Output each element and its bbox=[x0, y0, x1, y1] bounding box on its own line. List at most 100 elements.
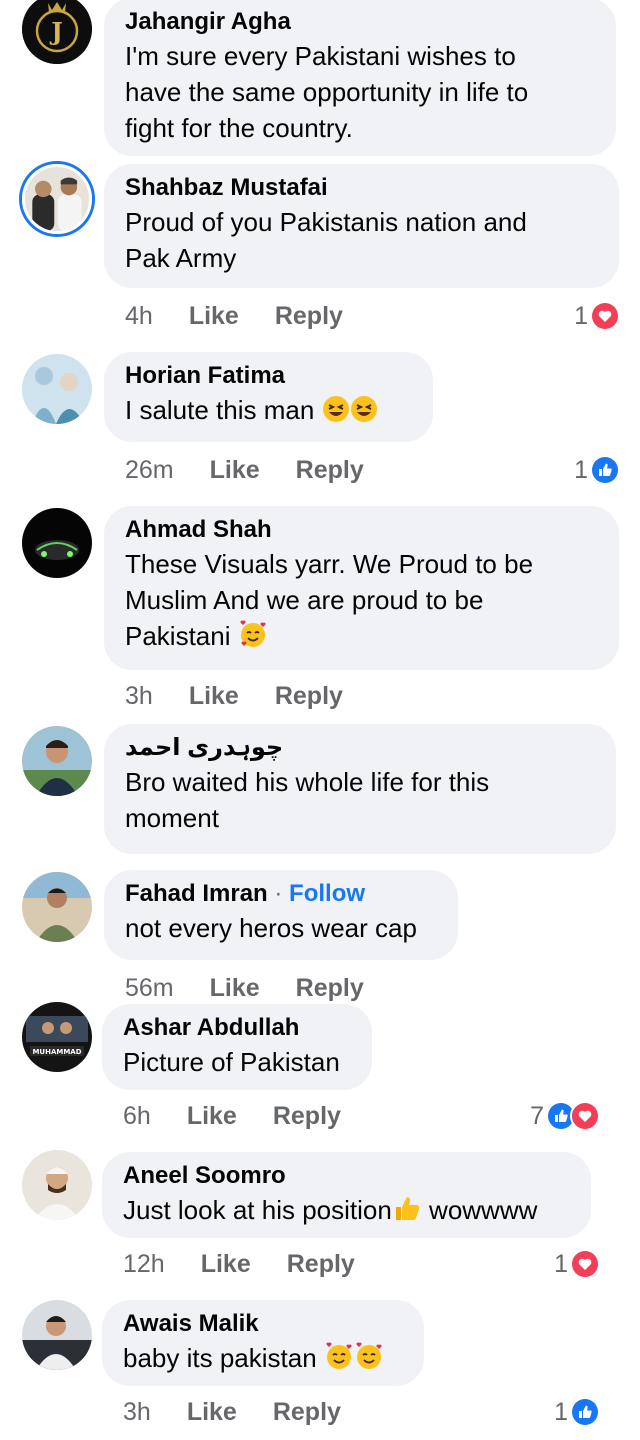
love-reaction-icon bbox=[590, 301, 620, 331]
comment-time: 6h bbox=[123, 1102, 151, 1130]
laughing-emoji-icon bbox=[350, 395, 378, 432]
reply-button[interactable]: Reply bbox=[287, 1246, 355, 1282]
commenter-name[interactable]: چوہدری احمد bbox=[125, 732, 594, 764]
like-button[interactable]: Like bbox=[189, 678, 239, 714]
comment-text-line: Muslim And we are proud to be bbox=[125, 585, 484, 615]
commenter-name[interactable]: Fahad Imran bbox=[125, 880, 268, 907]
comment-text-line: Just look at his position wowwww bbox=[123, 1192, 569, 1232]
smiling-hearts-emoji-icon bbox=[354, 1341, 384, 1380]
comment-text-line: fight for the country. bbox=[125, 113, 353, 143]
comment-time: 3h bbox=[125, 682, 153, 710]
comment-actions: 3h Like Reply bbox=[125, 678, 343, 714]
comment-time: 4h bbox=[125, 302, 153, 330]
love-reaction-icon bbox=[570, 1249, 600, 1279]
comment-bubble[interactable]: Horian Fatima I salute this man bbox=[104, 352, 433, 442]
commenter-name[interactable]: Shahbaz Mustafai bbox=[125, 172, 597, 204]
love-reaction-icon bbox=[570, 1101, 600, 1131]
comment-text-line: not every heros wear cap bbox=[125, 913, 417, 943]
like-button[interactable]: Like bbox=[187, 1098, 237, 1134]
reaction-summary[interactable]: 1 bbox=[574, 452, 620, 488]
comment-text-line: Pak Army bbox=[125, 243, 237, 273]
reaction-count: 7 bbox=[530, 1102, 544, 1130]
svg-text:J: J bbox=[49, 17, 62, 46]
like-button[interactable]: Like bbox=[189, 298, 239, 334]
comment-text-line: I salute this man bbox=[125, 392, 411, 432]
reaction-summary[interactable]: 1 bbox=[554, 1246, 600, 1282]
smiling-hearts-emoji-icon bbox=[324, 1341, 354, 1380]
like-button[interactable]: Like bbox=[187, 1394, 237, 1430]
comment-text: Just look at his position bbox=[123, 1195, 392, 1225]
comment-text: I salute this man bbox=[125, 395, 315, 425]
comment-text-line: I'm sure every Pakistani wishes to bbox=[125, 41, 516, 71]
comment-text-line: These Visuals yarr. We Proud to be bbox=[125, 549, 534, 579]
reaction-count: 1 bbox=[574, 456, 588, 484]
reply-button[interactable]: Reply bbox=[273, 1394, 341, 1430]
comment-actions: 4h Like Reply bbox=[125, 298, 343, 334]
avatar[interactable] bbox=[22, 164, 92, 234]
commenter-name[interactable]: Ashar Abdullah bbox=[123, 1012, 350, 1044]
like-reaction-icon bbox=[590, 455, 620, 485]
like-button[interactable]: Like bbox=[201, 1246, 251, 1282]
comment-time: 26m bbox=[125, 456, 174, 484]
commenter-name[interactable]: Aneel Soomro bbox=[123, 1160, 569, 1192]
comment-actions: 26m Like Reply bbox=[125, 452, 364, 488]
like-button[interactable]: Like bbox=[210, 452, 260, 488]
reaction-count: 1 bbox=[554, 1250, 568, 1278]
like-reaction-icon bbox=[570, 1397, 600, 1427]
reply-button[interactable]: Reply bbox=[296, 970, 364, 1006]
comment-text-line: Bro waited his whole life for this bbox=[125, 767, 490, 797]
avatar[interactable]: J bbox=[22, 0, 92, 64]
avatar[interactable] bbox=[22, 726, 92, 796]
comment-actions: 6h Like Reply bbox=[123, 1098, 341, 1134]
reply-button[interactable]: Reply bbox=[296, 452, 364, 488]
avatar-caption: MUHAMMAD bbox=[32, 1048, 81, 1056]
comment-text-line: Proud of you Pakistanis nation and bbox=[125, 207, 527, 237]
comment-actions: 12h Like Reply bbox=[123, 1246, 355, 1282]
like-button[interactable]: Like bbox=[210, 970, 260, 1006]
reaction-summary[interactable]: 1 bbox=[574, 298, 620, 334]
comment-bubble[interactable]: Ahmad Shah These Visuals yarr. We Proud … bbox=[104, 506, 619, 670]
reaction-summary[interactable]: 1 bbox=[554, 1394, 600, 1430]
avatar[interactable] bbox=[22, 872, 92, 942]
comment-bubble[interactable]: Shahbaz Mustafai Proud of you Pakistanis… bbox=[104, 164, 619, 288]
comment-bubble[interactable]: Aneel Soomro Just look at his position w… bbox=[102, 1152, 591, 1238]
comment-text-line: Pakistani bbox=[125, 618, 597, 658]
laughing-emoji-icon bbox=[322, 395, 350, 432]
comment-bubble[interactable]: Awais Malik baby its pakistan bbox=[102, 1300, 424, 1386]
separator-dot: · bbox=[274, 880, 283, 907]
comment-actions: 3h Like Reply bbox=[123, 1394, 341, 1430]
commenter-name[interactable]: Ahmad Shah bbox=[125, 514, 597, 546]
follow-button[interactable]: Follow bbox=[289, 880, 365, 907]
commenter-name[interactable]: Horian Fatima bbox=[125, 360, 411, 392]
reaction-count: 1 bbox=[554, 1398, 568, 1426]
commenter-name-row: Fahad Imran · Follow bbox=[125, 878, 436, 910]
comment-time: 56m bbox=[125, 974, 174, 1002]
commenter-name[interactable]: Jahangir Agha bbox=[125, 6, 594, 38]
reply-button[interactable]: Reply bbox=[275, 298, 343, 334]
reply-button[interactable]: Reply bbox=[275, 678, 343, 714]
reaction-summary[interactable]: 7 bbox=[530, 1098, 600, 1134]
comment-actions: 56m Like Reply bbox=[125, 970, 364, 1006]
smiling-hearts-emoji-icon bbox=[238, 619, 268, 658]
comment-bubble[interactable]: چوہدری احمد Bro waited his whole life fo… bbox=[104, 724, 616, 854]
comment-bubble[interactable]: Ashar Abdullah Picture of Pakistan bbox=[102, 1004, 372, 1090]
avatar[interactable] bbox=[22, 508, 92, 578]
thumbs-up-emoji-icon bbox=[392, 1193, 422, 1232]
avatar[interactable] bbox=[22, 354, 92, 424]
comment-text-line: baby its pakistan bbox=[123, 1340, 402, 1380]
comment-time: 12h bbox=[123, 1250, 165, 1278]
avatar[interactable]: MUHAMMAD bbox=[22, 1002, 92, 1072]
reply-button[interactable]: Reply bbox=[273, 1098, 341, 1134]
comment-text-line: Picture of Pakistan bbox=[123, 1047, 340, 1077]
comment-text: Pakistani bbox=[125, 621, 231, 651]
comment-bubble[interactable]: Fahad Imran · Follow not every heros wea… bbox=[104, 870, 458, 960]
commenter-name[interactable]: Awais Malik bbox=[123, 1308, 402, 1340]
avatar[interactable] bbox=[22, 1300, 92, 1370]
comment-time: 3h bbox=[123, 1398, 151, 1426]
comment-text-line: moment bbox=[125, 803, 219, 833]
reaction-count: 1 bbox=[574, 302, 588, 330]
comment-bubble[interactable]: Jahangir Agha I'm sure every Pakistani w… bbox=[104, 0, 616, 156]
comment-text: wowwww bbox=[429, 1195, 538, 1225]
comment-text-line: have the same opportunity in life to bbox=[125, 77, 529, 107]
avatar[interactable] bbox=[22, 1150, 92, 1220]
